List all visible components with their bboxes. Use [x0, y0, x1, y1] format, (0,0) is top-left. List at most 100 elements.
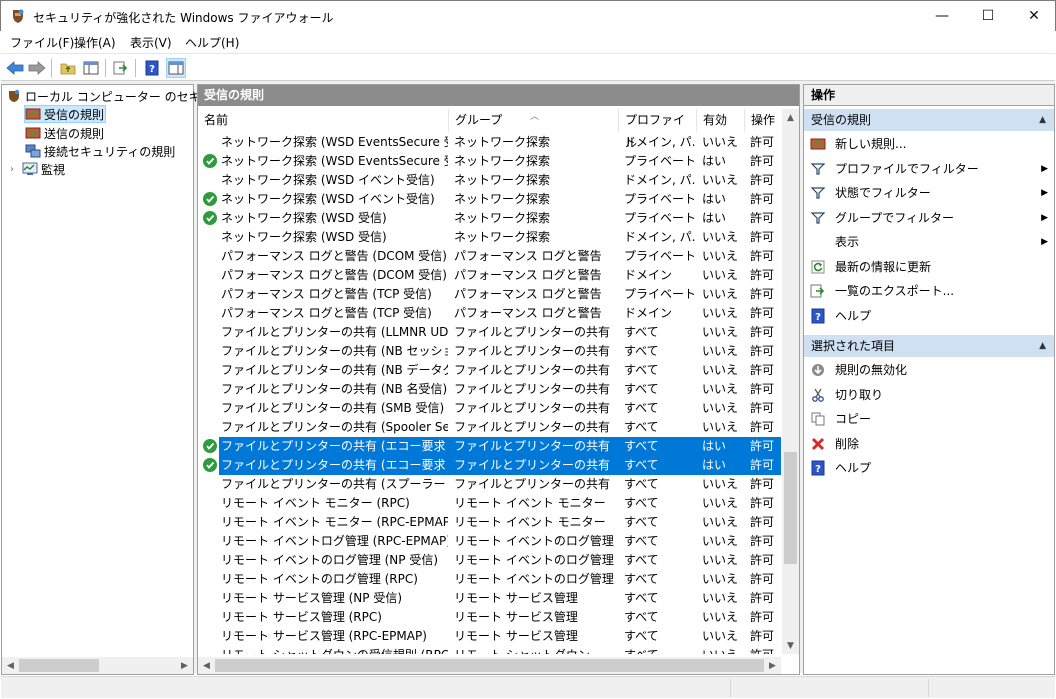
scroll-thumb[interactable]	[784, 452, 797, 564]
rule-action: 許可	[750, 477, 775, 491]
action-item[interactable]: 最新の情報に更新	[804, 256, 1054, 278]
actions-section-inbound-rules[interactable]: 受信の規則 ▲	[804, 109, 1054, 131]
help-button[interactable]: ?	[142, 58, 162, 78]
table-row[interactable]: ネットワーク探索 (WSD EventsSecure 受信) ネットワーク探索 プラ…	[198, 152, 781, 171]
action-item[interactable]: 削除	[804, 433, 1054, 455]
collapse-icon[interactable]: ▲	[1039, 335, 1046, 357]
close-button[interactable]: ✕	[1011, 1, 1056, 31]
filter-icon	[810, 185, 826, 201]
tree-item-connection-security-rules[interactable]: 接続セキュリティの規則	[25, 142, 175, 160]
rule-group: ファイルとプリンターの共有	[454, 363, 611, 377]
table-row[interactable]: ネットワーク探索 (WSD 受信) ネットワーク探索 プライベート はい 許可	[198, 209, 781, 228]
action-item[interactable]: コピー	[804, 408, 1054, 430]
column-header-action[interactable]: 操作	[745, 109, 781, 132]
table-row[interactable]: リモート サービス管理 (RPC-EPMAP) リモート サービス管理 すべて いいえ…	[198, 627, 781, 646]
table-row[interactable]: ファイルとプリンターの共有 (エコー要求 - ICMP... ファイルとプリンター…	[198, 456, 781, 475]
table-row[interactable]: ファイルとプリンターの共有 (エコー要求 - ICMP... ファイルとプリンター…	[198, 437, 781, 456]
table-row[interactable]: ネットワーク探索 (WSD EventsSecure 受信) ネットワーク探索 ドメ…	[198, 133, 781, 152]
menu-help[interactable]: ヘルプ(H)	[185, 34, 239, 51]
column-header-name[interactable]: 名前	[198, 109, 449, 132]
maximize-button[interactable]: ☐	[965, 1, 1011, 31]
action-item-label: プロファイルでフィルター	[835, 161, 979, 176]
scroll-up-icon[interactable]: ▲	[782, 109, 799, 126]
table-row[interactable]: リモート イベント モニター (RPC) リモート イベント モニター すべて いいえ…	[198, 494, 781, 513]
scroll-thumb[interactable]	[19, 659, 99, 672]
action-item[interactable]: グループでフィルター ▶	[804, 207, 1054, 229]
help-icon: ?	[810, 308, 826, 324]
column-header-profile[interactable]: プロファイル	[619, 109, 697, 150]
table-row[interactable]: リモート シャットダウンの受信規則 (RPC-EP 受... リモート シャットダ…	[198, 646, 781, 654]
tree-item-monitoring[interactable]: › 監視	[10, 160, 65, 178]
table-row[interactable]: パフォーマンス ログと警告 (TCP 受信) パフォーマンス ログと警告 ドメイン い…	[198, 304, 781, 323]
firewall-app-icon	[10, 8, 26, 24]
rule-group: ネットワーク探索	[454, 211, 551, 225]
rules-vertical-scrollbar[interactable]: ▲ ▼	[782, 109, 799, 654]
show-hide-tree-button[interactable]	[81, 58, 101, 78]
rule-name: リモート サービス管理 (RPC-EPMAP)	[221, 629, 427, 643]
scroll-right-icon[interactable]: ▶	[176, 657, 193, 674]
table-row[interactable]: ファイルとプリンターの共有 (NB セッション受信) ファイルとプリンターの共有す…	[198, 342, 781, 361]
scroll-right-icon[interactable]: ▶	[764, 657, 781, 674]
table-row[interactable]: ファイルとプリンターの共有 (SMB 受信) ファイルとプリンターの共有 すべて いい…	[198, 399, 781, 418]
rule-status-icon	[203, 134, 219, 150]
action-item[interactable]: 一覧のエクスポート...	[804, 280, 1054, 302]
up-folder-button[interactable]	[58, 58, 78, 78]
tree-horizontal-scrollbar[interactable]: ◀ ▶	[2, 657, 193, 674]
svg-text:?: ?	[815, 464, 821, 475]
table-row[interactable]: リモート イベントのログ管理 (RPC) リモート イベントのログ管理 すべて いいえ…	[198, 570, 781, 589]
forward-button[interactable]	[27, 58, 47, 78]
action-item[interactable]: ? ヘルプ	[804, 457, 1054, 479]
scroll-down-icon[interactable]: ▼	[782, 637, 799, 654]
rule-status-icon	[203, 229, 219, 245]
table-row[interactable]: ファイルとプリンターの共有 (NB データグラム受信) ファイルとプリンターの共有…	[198, 361, 781, 380]
action-item[interactable]: ? ヘルプ	[804, 305, 1054, 327]
rules-pane-header: 受信の規則	[198, 85, 799, 106]
scroll-thumb[interactable]	[215, 659, 764, 672]
action-item[interactable]: 状態でフィルター ▶	[804, 182, 1054, 204]
export-list-button[interactable]	[111, 58, 131, 78]
submenu-arrow-icon: ▶	[1041, 163, 1048, 174]
table-row[interactable]: ファイルとプリンターの共有 (Spooler Service - ... ファイル…	[198, 418, 781, 437]
scroll-left-icon[interactable]: ◀	[2, 657, 19, 674]
filter-icon	[810, 161, 826, 177]
show-hide-action-pane-button[interactable]	[166, 58, 186, 78]
rule-status-icon	[203, 343, 219, 359]
table-row[interactable]: ファイルとプリンターの共有 (スプーラー サービス - ... ファイルとプリンタ…	[198, 475, 781, 494]
menu-action[interactable]: 操作(A)	[74, 34, 116, 51]
back-button[interactable]	[5, 58, 25, 78]
table-row[interactable]: ネットワーク探索 (WSD 受信) ネットワーク探索 ドメイン, パ... いいえ 許可	[198, 228, 781, 247]
action-item[interactable]: プロファイルでフィルター ▶	[804, 158, 1054, 180]
column-header-enabled[interactable]: 有効	[697, 109, 745, 132]
table-row[interactable]: ネットワーク探索 (WSD イベント受信) ネットワーク探索 プライベート はい 許可	[198, 190, 781, 209]
table-row[interactable]: ファイルとプリンターの共有 (NB 名受信) ファイルとプリンターの共有 すべて いい…	[198, 380, 781, 399]
minimize-button[interactable]: —	[919, 1, 965, 31]
menu-file[interactable]: ファイル(F)	[10, 34, 74, 51]
action-item[interactable]: 規則の無効化	[804, 359, 1054, 381]
table-row[interactable]: リモート イベントログ管理 (RPC-EPMAP) リモート イベントのログ管理す…	[198, 532, 781, 551]
collapse-icon[interactable]: ▲	[1039, 109, 1046, 131]
scroll-left-icon[interactable]: ◀	[198, 657, 215, 674]
table-row[interactable]: パフォーマンス ログと警告 (TCP 受信) パフォーマンス ログと警告 プライベー…	[198, 285, 781, 304]
table-row[interactable]: リモート サービス管理 (NP 受信) リモート サービス管理 すべて いいえ 許可	[198, 589, 781, 608]
tree-item-outbound-rules[interactable]: 送信の規則	[25, 124, 104, 142]
table-row[interactable]: ネットワーク探索 (WSD イベント受信) ネットワーク探索 ドメイン, パ... い…	[198, 171, 781, 190]
table-row[interactable]: リモート イベント モニター (RPC-EPMAP) リモート イベント モニター…	[198, 513, 781, 532]
rules-horizontal-scrollbar[interactable]: ◀ ▶	[198, 657, 781, 674]
svg-text:?: ?	[149, 64, 155, 75]
table-row[interactable]: リモート サービス管理 (RPC) リモート サービス管理 すべて いいえ 許可	[198, 608, 781, 627]
back-arrow-icon	[6, 61, 24, 75]
rule-profile: すべて	[624, 496, 659, 510]
actions-section-selected-items[interactable]: 選択された項目 ▲	[804, 335, 1054, 357]
table-row[interactable]: パフォーマンス ログと警告 (DCOM 受信) パフォーマンス ログと警告 プライベ…	[198, 247, 781, 266]
action-item[interactable]: 切り取り	[804, 384, 1054, 406]
expand-chevron-icon[interactable]: ›	[10, 164, 22, 175]
table-row[interactable]: リモート イベントのログ管理 (NP 受信) リモート イベントのログ管理 すべて い…	[198, 551, 781, 570]
action-item-label: グループでフィルター	[835, 210, 955, 225]
menu-view[interactable]: 表示(V)	[130, 34, 172, 51]
table-row[interactable]: ファイルとプリンターの共有 (LLMNR UDP 受信) ファイルとプリンターの共…	[198, 323, 781, 342]
rule-action: 許可	[750, 515, 775, 529]
action-item[interactable]: 表示 ▶	[804, 231, 1054, 253]
tree-item-inbound-rules[interactable]: 受信の規則	[24, 105, 106, 123]
action-item[interactable]: 新しい規則...	[804, 133, 1054, 155]
table-row[interactable]: パフォーマンス ログと警告 (DCOM 受信) パフォーマンス ログと警告 ドメイン…	[198, 266, 781, 285]
